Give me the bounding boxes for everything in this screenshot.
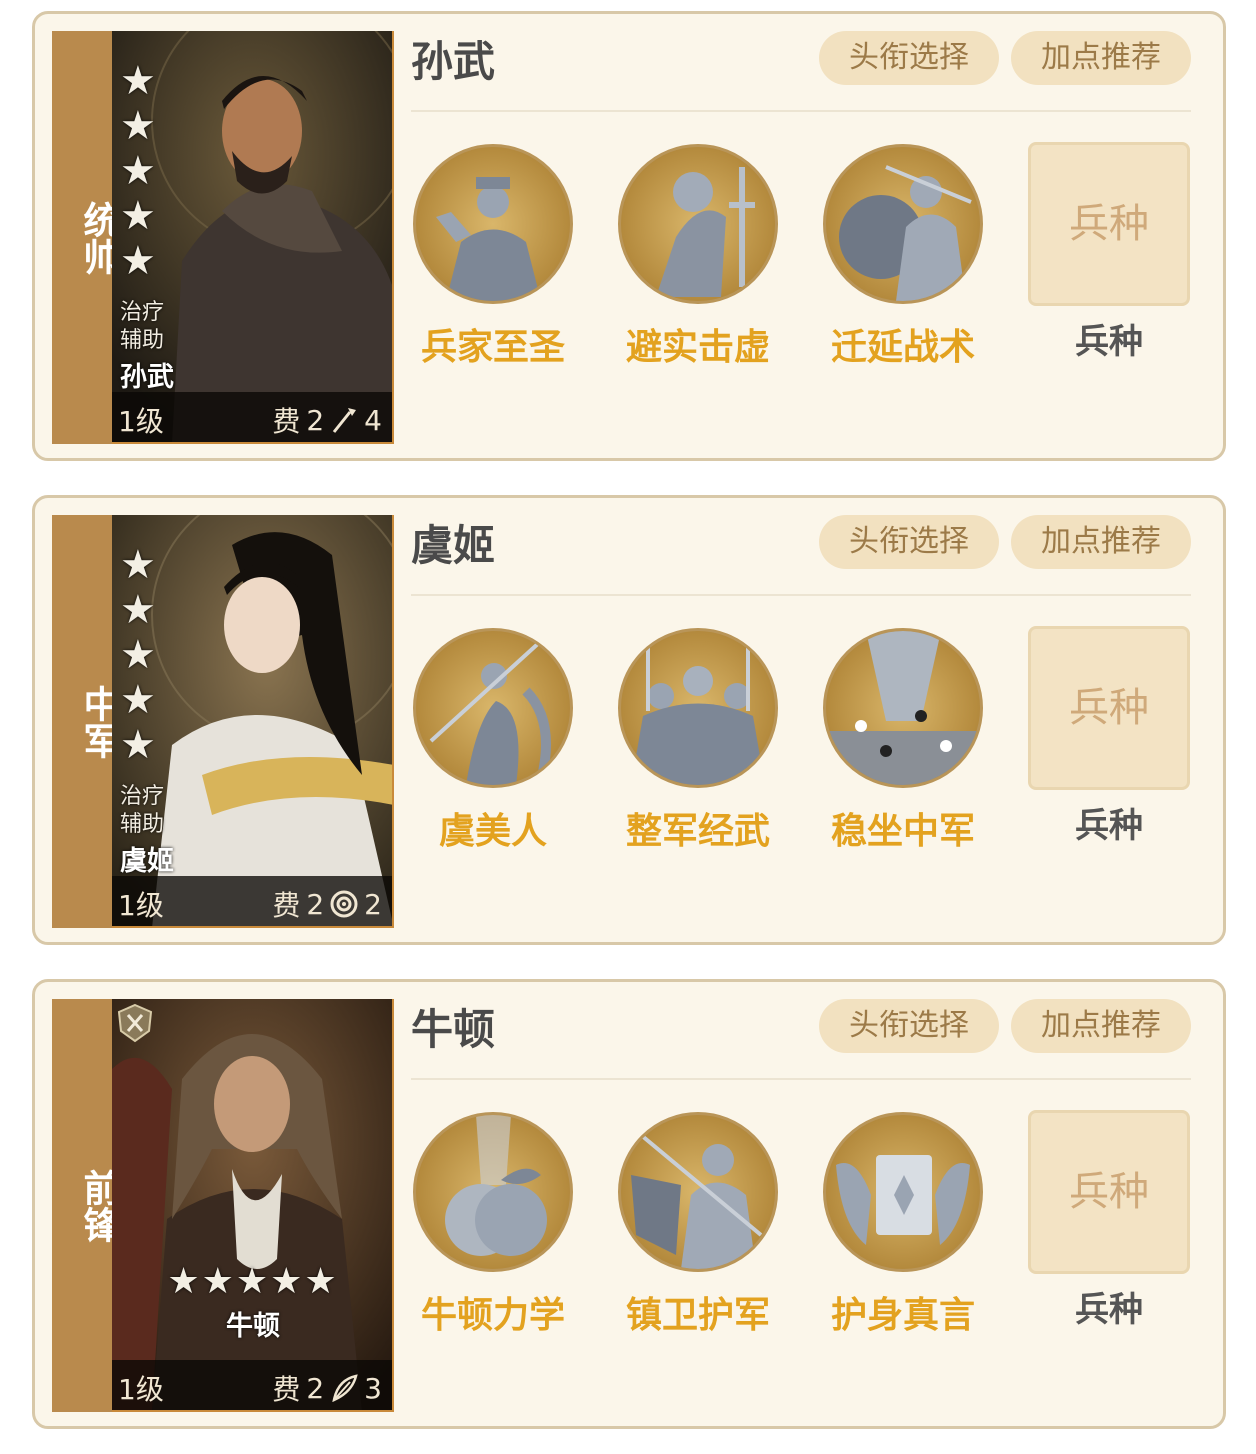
hero-tags: 治疗 辅助 <box>120 783 164 839</box>
skill-name: 兵家至圣 <box>420 327 565 368</box>
portrait-bottom-bar: 1级 费 2 2 <box>112 876 392 926</box>
cost-value: 2 <box>306 1371 325 1405</box>
star-rating: ★★★★★ <box>120 542 156 768</box>
hero-portrait[interactable]: ★★★★★ 牛顿 1级 费 2 3 <box>112 999 394 1412</box>
cost-label: 费 <box>272 405 301 438</box>
skill-slot[interactable]: 迁延战术 <box>803 144 1003 370</box>
hero-portrait[interactable]: ★ ★ ★ ★ ★ 治疗 辅助 虞姬 1级 费 2 2 <box>112 515 394 928</box>
spear-icon <box>333 408 357 433</box>
troop-label: 兵种 <box>1075 806 1143 846</box>
role-label: 统帅 <box>77 201 120 275</box>
role-strip: 中军 <box>52 515 120 928</box>
hero-cost: 费 2 2 <box>272 884 382 924</box>
skill-icon <box>823 1112 983 1272</box>
star-rating: ★★★★★ <box>120 58 156 284</box>
hero-portrait[interactable]: ★ ★ ★ ★ ★ 治疗 辅助 孙武 1级 费 2 4 <box>112 31 394 444</box>
points-recommend-button[interactable]: 加点推荐 <box>1011 999 1191 1053</box>
points-recommend-button[interactable]: 加点推荐 <box>1011 515 1191 569</box>
hero-card-yuji: 中军 ★ ★ ★ ★ ★ 治疗 辅助 虞姬 1级 费 2 2 虞姬 头衔选择 加… <box>32 495 1226 945</box>
skill-slot[interactable]: 稳坐中军 <box>803 628 1003 854</box>
skill-name: 迁延战术 <box>830 327 975 368</box>
title-select-button[interactable]: 头衔选择 <box>819 515 999 569</box>
skill-name: 整军经武 <box>625 811 770 852</box>
hero-tags: 治疗 辅助 <box>120 299 164 355</box>
target-icon <box>330 890 358 918</box>
hero-name: 虞姬 <box>411 521 496 570</box>
skill-slot[interactable]: 镇卫护军 <box>598 1112 798 1338</box>
portrait-bottom-bar: 1级 费 2 3 <box>112 1360 392 1410</box>
troop-slot[interactable]: 兵种 <box>1028 626 1190 790</box>
cost-value: 2 <box>306 887 325 921</box>
troop-slot[interactable]: 兵种 <box>1028 1110 1190 1274</box>
skill-icon <box>413 144 573 304</box>
skill-icon <box>823 628 983 788</box>
skill-name: 稳坐中军 <box>830 811 975 852</box>
skill-slot[interactable]: 牛顿力学 <box>393 1112 593 1338</box>
role-strip: 前锋 <box>52 999 120 1412</box>
tag-support: 辅助 <box>120 812 165 837</box>
portrait-bottom-bar: 1级 费 2 4 <box>112 392 392 442</box>
tag-heal: 治疗 <box>120 784 165 809</box>
cross-badge-icon <box>117 1003 153 1043</box>
star-rating: ★★★★★ <box>167 1261 339 1302</box>
skill-icon <box>618 628 778 788</box>
skill-icon <box>413 628 573 788</box>
skill-name: 避实击虚 <box>625 327 770 368</box>
skill-name: 镇卫护军 <box>625 1295 770 1336</box>
hero-card-sunwu: 统帅 ★ ★ ★ ★ ★ 治疗 辅助 孙武 1级 费 2 4 孙武 头衔选择 加… <box>32 11 1226 461</box>
hero-level: 1级 <box>118 889 164 922</box>
hero-level: 1级 <box>118 405 164 438</box>
skill-slot[interactable]: 兵家至圣 <box>393 144 593 370</box>
hero-cost: 费 2 3 <box>272 1368 382 1408</box>
cost-label: 费 <box>272 889 301 922</box>
skill-icon <box>823 144 983 304</box>
tag-support: 辅助 <box>120 328 165 353</box>
role-label: 中军 <box>77 685 120 759</box>
skill-name: 护身真言 <box>830 1295 975 1336</box>
unit-count: 4 <box>364 403 382 437</box>
troop-slot[interactable]: 兵种 <box>1028 142 1190 306</box>
skill-slot[interactable]: 避实击虚 <box>598 144 798 370</box>
hero-level: 1级 <box>118 1373 164 1406</box>
tag-heal: 治疗 <box>120 300 165 325</box>
skill-slot[interactable]: 护身真言 <box>803 1112 1003 1338</box>
divider <box>411 594 1191 596</box>
role-label: 前锋 <box>77 1169 120 1243</box>
cost-label: 费 <box>272 1373 301 1406</box>
portrait-name: 虞姬 <box>120 846 174 877</box>
hero-card-newton: 前锋 ★★★★★ 牛顿 1级 费 2 3 牛顿 头衔选择 加点推荐 牛顿力学 镇… <box>32 979 1226 1429</box>
skill-name: 牛顿力学 <box>420 1295 565 1336</box>
cost-value: 2 <box>306 403 325 437</box>
troop-label: 兵种 <box>1075 1290 1143 1330</box>
hero-cost: 费 2 4 <box>272 400 382 440</box>
hero-name: 孙武 <box>411 37 496 86</box>
portrait-name: 牛顿 <box>226 1311 280 1342</box>
portrait-name: 孙武 <box>120 362 174 393</box>
hero-name: 牛顿 <box>411 1005 496 1054</box>
title-select-button[interactable]: 头衔选择 <box>819 999 999 1053</box>
skill-slot[interactable]: 整军经武 <box>598 628 798 854</box>
skill-slot[interactable]: 虞美人 <box>393 628 593 854</box>
skill-icon <box>413 1112 573 1272</box>
troop-label: 兵种 <box>1075 322 1143 362</box>
divider <box>411 110 1191 112</box>
portrait-art <box>112 999 392 1410</box>
divider <box>411 1078 1191 1080</box>
role-strip: 统帅 <box>52 31 120 444</box>
unit-count: 3 <box>364 1371 382 1405</box>
feather-icon <box>332 1374 358 1402</box>
skill-icon <box>618 1112 778 1272</box>
skill-name: 虞美人 <box>438 811 547 852</box>
title-select-button[interactable]: 头衔选择 <box>819 31 999 85</box>
points-recommend-button[interactable]: 加点推荐 <box>1011 31 1191 85</box>
skill-icon <box>618 144 778 304</box>
unit-count: 2 <box>364 887 382 921</box>
